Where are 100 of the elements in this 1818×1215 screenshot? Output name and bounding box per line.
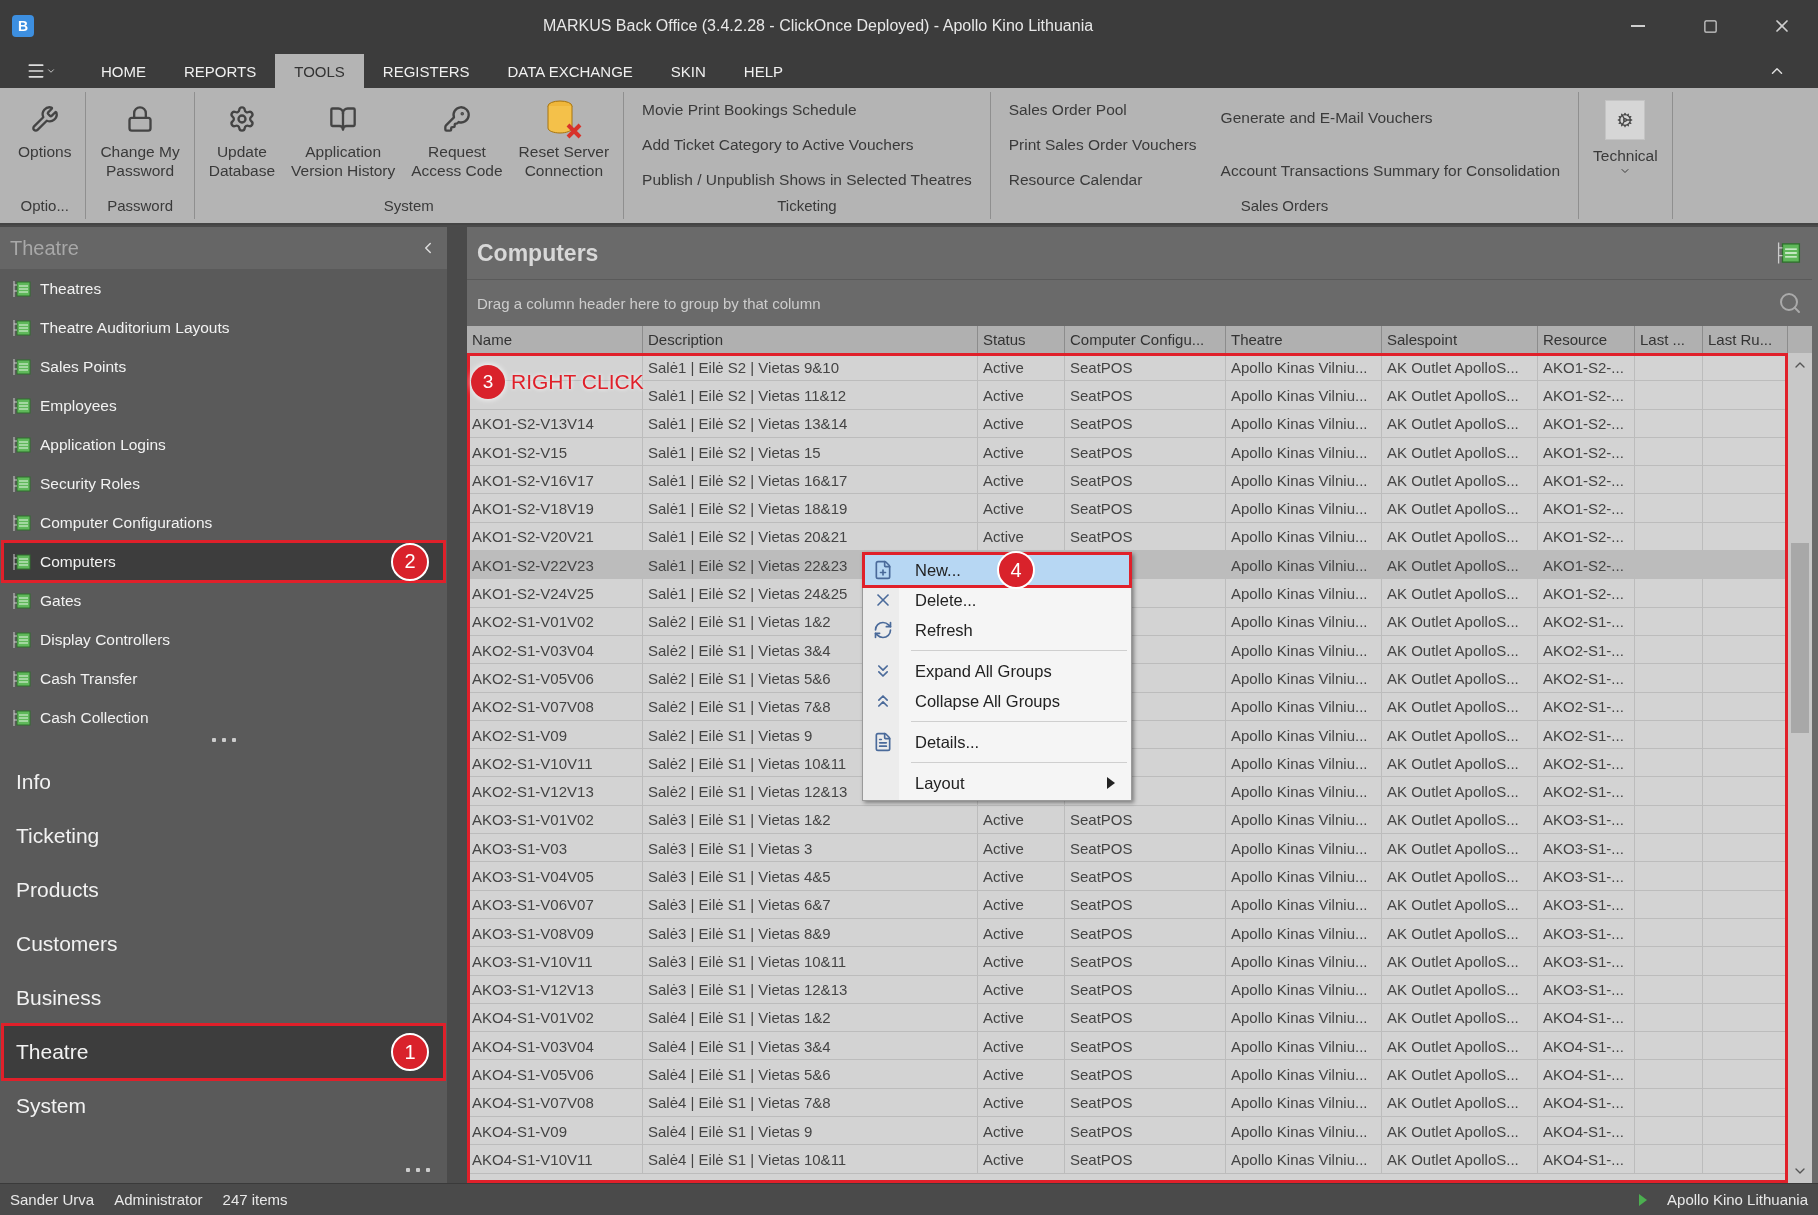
table-cell: Active	[983, 528, 1024, 546]
table-cell: SeatPOS	[1070, 471, 1133, 489]
menu-item[interactable]: Refresh	[865, 615, 1129, 645]
table-cell: AKO2-S1-...	[1543, 754, 1624, 772]
ribbon-link[interactable]: Account Transactions Summary for Consolidation	[1216, 157, 1565, 184]
table-cell: SeatPOS	[1070, 896, 1133, 914]
sidebar-item[interactable]: Application Logins	[4, 426, 443, 463]
column-header[interactable]: Description	[643, 326, 978, 353]
table-cell: SeatPOS	[1070, 1094, 1133, 1112]
nav-group[interactable]: Business	[4, 972, 443, 1024]
table-cell: Active	[983, 981, 1024, 999]
ribbon-button[interactable]: Change My Password	[94, 92, 186, 197]
table-cell: AKO2-S1-V12V13	[472, 783, 594, 801]
ribbon-tab[interactable]: SKIN	[651, 54, 725, 88]
ribbon-link[interactable]: Generate and E-Mail Vouchers	[1216, 105, 1565, 132]
annotation-text: RIGHT CLICK	[511, 370, 644, 394]
nav-group[interactable]: Info	[4, 756, 443, 808]
ribbon-button[interactable]: Reset Server Connection	[512, 92, 616, 197]
sidebar-item[interactable]: Security Roles	[4, 465, 443, 502]
sidebar-item[interactable]: Sales Points	[4, 348, 443, 385]
table-cell: Salė3 | Eilė S1 | Vietas 1&2	[648, 811, 831, 829]
ribbon-link[interactable]: Sales Order Pool	[1004, 96, 1201, 123]
sidebar-item[interactable]: Theatre Auditorium Layouts	[4, 309, 443, 346]
sidebar-item[interactable]: Gates	[4, 582, 443, 619]
ribbon-tab[interactable]: HOME	[82, 54, 165, 88]
ribbon-tab[interactable]: REGISTERS	[363, 54, 489, 88]
table-cell: AKO1-S2-...	[1543, 386, 1624, 404]
table-cell: AKO1-S2-V18V19	[472, 500, 594, 518]
ribbon-tab[interactable]: REPORTS	[165, 54, 276, 88]
sidebar-item[interactable]: Display Controllers	[4, 621, 443, 658]
table-cell: AKO1-S2-V22V23	[472, 556, 594, 574]
table-cell: Salė3 | Eilė S1 | Vietas 4&5	[648, 868, 831, 885]
sidebar-item[interactable]: Cash Transfer	[4, 660, 443, 697]
table-cell: AKO2-S1-V09	[472, 726, 568, 744]
table-cell: Apollo Kinas Vilniu...	[1231, 556, 1368, 574]
scrollbar-thumb[interactable]	[1791, 543, 1809, 733]
table-cell: Salė2 | Eilė S1 | Vietas 5&6	[648, 669, 831, 687]
panel-title: Computers	[477, 239, 599, 267]
nav-group[interactable]: Theatre 1	[4, 1026, 443, 1078]
column-header[interactable]: Last ...	[1635, 326, 1703, 353]
column-header[interactable]: Theatre	[1226, 326, 1382, 353]
column-header[interactable]: Resource	[1538, 326, 1635, 353]
table-cell: AK Outlet ApolloS...	[1387, 1122, 1519, 1140]
table-cell: AKO1-S2-...	[1543, 528, 1624, 546]
table-cell: AKO1-S2-...	[1543, 585, 1624, 602]
table-cell: Active	[983, 1094, 1024, 1112]
nav-group[interactable]: System	[4, 1080, 443, 1132]
ribbon-button[interactable]: Request Access Code	[405, 92, 509, 197]
nav-group[interactable]: Ticketing	[4, 810, 443, 862]
ribbon-tab[interactable]: DATA EXCHANGE	[488, 54, 652, 88]
table-cell: Apollo Kinas Vilniu...	[1231, 358, 1368, 376]
ribbon-link[interactable]: Print Sales Order Vouchers	[1004, 131, 1201, 158]
table-cell: AKO3-S1-...	[1543, 896, 1624, 914]
ribbon-button[interactable]: Options	[12, 92, 78, 197]
table-cell: Salė1 | Eilė S2 | Vietas 24&25	[648, 585, 848, 602]
column-header[interactable]: Computer Configu...	[1065, 326, 1226, 353]
table-cell: SeatPOS	[1070, 358, 1133, 376]
ribbon-tab[interactable]: HELP	[724, 54, 803, 88]
table-cell: AKO4-S1-V03V04	[472, 1037, 594, 1055]
ribbon-link[interactable]: Publish / Unpublish Shows in Selected Theatres	[638, 166, 976, 193]
nav-group[interactable]: Products	[4, 864, 443, 916]
ribbon-button[interactable]: Update Database	[202, 92, 282, 197]
table-cell: AKO4-S1-V09	[472, 1122, 568, 1140]
ribbon-tab[interactable]: TOOLS	[275, 54, 364, 88]
table-cell: AKO3-S1-V03	[472, 839, 568, 857]
ribbon-button[interactable]: Application Version History	[285, 92, 402, 197]
table-cell: AKO2-S1-V07V08	[472, 698, 594, 716]
table-cell: Salė2 | Eilė S1 | Vietas 1&2	[648, 613, 831, 631]
menu-item[interactable]: Collapse All Groups	[865, 686, 1129, 716]
table-cell: AKO2-S1-V03V04	[472, 641, 594, 659]
column-header[interactable]: Salespoint	[1382, 326, 1538, 353]
ribbon-link[interactable]: Add Ticket Category to Active Vouchers	[638, 131, 976, 158]
table-cell: AKO3-S1-...	[1543, 924, 1624, 942]
ribbon-link[interactable]: Movie Print Bookings Schedule	[638, 96, 976, 123]
table-cell: Salė2 | Eilė S1 | Vietas 9	[648, 726, 813, 744]
ribbon-link[interactable]: Resource Calendar	[1004, 166, 1201, 193]
column-header[interactable]: Status	[978, 326, 1065, 353]
table-cell: AKO4-S1-...	[1543, 1122, 1624, 1140]
list-icon	[12, 512, 32, 533]
scrollbar[interactable]	[1788, 353, 1812, 1183]
search-icon[interactable]	[1778, 291, 1802, 315]
sidebar-item[interactable]: Computer Configurations	[4, 504, 443, 541]
sidebar-item[interactable]: Employees	[4, 387, 443, 424]
status-text: Sander Urva	[10, 1191, 95, 1208]
menu-item[interactable]: Details...	[865, 727, 1129, 757]
table-cell: Salė1 | Eilė S2 | Vietas 22&23	[648, 556, 848, 574]
column-header[interactable]: Name	[467, 326, 643, 353]
column-header[interactable]: Last Ru...	[1703, 326, 1788, 353]
sidebar-item[interactable]: Computers 2	[4, 543, 443, 580]
table-cell: AKO4-S1-V10V11	[472, 1150, 593, 1168]
app-icon: B	[12, 15, 34, 37]
sidebar-item[interactable]: Theatres	[4, 270, 443, 307]
nav-group[interactable]: Customers	[4, 918, 443, 970]
table-cell: AK Outlet ApolloS...	[1387, 471, 1519, 489]
ribbon-dropdown-button[interactable]: Technical	[1587, 96, 1664, 197]
sidebar-item[interactable]: Cash Collection	[4, 699, 443, 736]
menu-item[interactable]: Layout	[865, 768, 1129, 798]
table-cell: AKO1-S2-V16V17	[472, 471, 594, 489]
menu-item[interactable]: Expand All Groups	[865, 656, 1129, 686]
table-cell: Salė3 | Eilė S1 | Vietas 10&11	[648, 952, 847, 970]
